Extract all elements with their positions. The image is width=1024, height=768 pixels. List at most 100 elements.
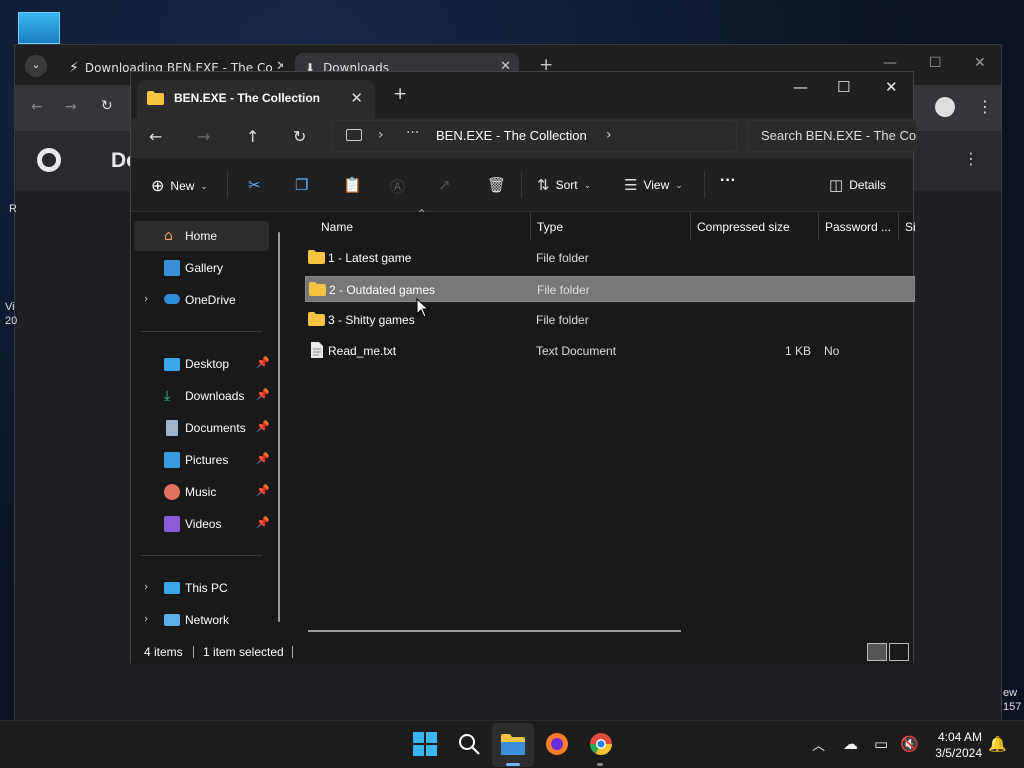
desktop-shortcut-icon[interactable]: [18, 12, 60, 44]
chevron-right-icon[interactable]: ›: [144, 292, 148, 305]
search-icon[interactable]: [456, 731, 482, 757]
sidebar-scrollbar[interactable]: [278, 232, 280, 622]
back-icon[interactable]: ←: [149, 127, 162, 146]
table-row[interactable]: 1 - Latest game File folder: [305, 245, 915, 271]
pin-icon[interactable]: 📌: [256, 420, 270, 433]
horizontal-scrollbar[interactable]: [308, 630, 681, 632]
chevron-up-icon[interactable]: ︿: [812, 735, 825, 754]
forward-icon[interactable]: →: [65, 99, 77, 115]
item-count: 4 items: [144, 645, 183, 659]
system-clock[interactable]: 4:04 AM 3/5/2024: [924, 729, 982, 761]
sidebar-item-home[interactable]: ⌂ Home: [134, 221, 269, 251]
maximize-icon[interactable]: ☐: [837, 78, 850, 96]
explorer-tab[interactable]: BEN.EXE - The Collection ✕: [137, 80, 375, 118]
volume-muted-icon[interactable]: 🔇: [900, 735, 919, 753]
notification-bell-icon[interactable]: 🔔: [988, 735, 1007, 753]
column-header-type[interactable]: Type: [537, 212, 687, 242]
new-button[interactable]: ⊕ New ⌄: [151, 176, 208, 196]
chevron-right-icon[interactable]: ›: [606, 127, 612, 143]
copy-button[interactable]: ❐: [295, 176, 308, 194]
rename-button[interactable]: Ⓐ: [390, 176, 405, 197]
file-size: 1 KB: [784, 344, 811, 358]
sidebar-item-music[interactable]: Music 📌: [134, 477, 270, 507]
windows-start-icon[interactable]: [412, 731, 438, 757]
onedrive-off-icon[interactable]: ☁: [843, 735, 858, 753]
breadcrumb[interactable]: BEN.EXE - The Collection: [436, 128, 587, 143]
desktop-icon: [164, 358, 180, 371]
chevron-right-icon[interactable]: ›: [378, 127, 384, 143]
up-icon[interactable]: ↑: [246, 127, 259, 146]
active-app-indicator: [506, 763, 520, 766]
chevron-right-icon[interactable]: ›: [144, 580, 148, 593]
reload-icon[interactable]: ↻: [101, 98, 113, 114]
new-tab-icon[interactable]: +: [393, 84, 407, 104]
pin-icon[interactable]: 📌: [256, 356, 270, 369]
sidebar-item-downloads[interactable]: ⤓ Downloads 📌: [134, 381, 270, 411]
view-button[interactable]: ☰ View ⌄: [624, 176, 683, 194]
sidebar-item-network[interactable]: › Network: [134, 605, 269, 635]
file-explorer-icon[interactable]: [500, 731, 526, 757]
sidebar-item-documents[interactable]: Documents 📌: [134, 413, 270, 443]
sidebar-item-label: This PC: [185, 581, 228, 595]
menu-icon[interactable]: ⋮: [977, 97, 993, 116]
network-icon[interactable]: ▭: [874, 735, 888, 753]
sidebar-item-gallery[interactable]: Gallery: [134, 253, 269, 283]
column-header-name[interactable]: Name: [321, 212, 521, 242]
column-header-compressed-size[interactable]: Compressed size: [697, 212, 817, 242]
close-tab-icon[interactable]: ✕: [350, 89, 363, 107]
maximize-icon[interactable]: ☐: [929, 55, 942, 71]
sidebar-item-pictures[interactable]: Pictures 📌: [134, 445, 270, 475]
sort-button[interactable]: ⇅ Sort ⌄: [537, 176, 591, 194]
refresh-icon[interactable]: ↻: [293, 127, 306, 146]
pin-icon[interactable]: 📌: [256, 516, 270, 529]
status-bar: 4 items 1 item selected: [131, 640, 913, 664]
table-row[interactable]: Read_me.txt Text Document 1 KB No: [305, 338, 915, 364]
sidebar-item-videos[interactable]: Videos 📌: [134, 509, 270, 539]
pin-icon[interactable]: 📌: [256, 452, 270, 465]
column-header-password[interactable]: Password ...: [825, 212, 897, 242]
pin-icon[interactable]: 📌: [256, 388, 270, 401]
details-button[interactable]: ◫ Details: [829, 176, 886, 194]
file-explorer-window: BEN.EXE - The Collection ✕ + — ☐ ✕ ← → ↑…: [130, 71, 917, 664]
table-row[interactable]: 3 - Shitty games File folder: [305, 307, 915, 333]
details-view-icon[interactable]: [867, 643, 887, 661]
rename-icon: Ⓐ: [390, 179, 406, 196]
profile-icon[interactable]: [935, 97, 955, 117]
this-pc-icon[interactable]: [346, 129, 362, 141]
sort-label: Sort: [555, 178, 578, 192]
column-divider[interactable]: [690, 212, 691, 240]
lightning-icon: ⚡: [69, 60, 79, 76]
minimize-icon[interactable]: —: [883, 55, 897, 71]
firefox-icon[interactable]: [544, 731, 570, 757]
paste-button[interactable]: 📋: [343, 176, 362, 194]
back-icon[interactable]: ←: [31, 99, 43, 115]
search-input[interactable]: Search BEN.EXE - The Col: [747, 120, 917, 152]
delete-button[interactable]: 🗑: [487, 176, 506, 194]
sort-icon: ⇅: [537, 177, 550, 194]
breadcrumb-overflow[interactable]: ···: [406, 125, 419, 141]
copy-icon: ❐: [295, 177, 309, 194]
sidebar-item-desktop[interactable]: Desktop 📌: [134, 349, 270, 379]
forward-icon[interactable]: →: [197, 127, 210, 146]
chrome-icon[interactable]: [588, 731, 614, 757]
chevron-right-icon[interactable]: ›: [144, 612, 148, 625]
tab-search-button[interactable]: ⌄: [25, 55, 47, 77]
column-divider[interactable]: [898, 212, 899, 240]
column-divider[interactable]: [530, 212, 531, 240]
minimize-icon[interactable]: —: [793, 78, 808, 96]
close-window-icon[interactable]: ✕: [974, 55, 986, 71]
column-divider[interactable]: [818, 212, 819, 240]
cut-button[interactable]: ✂: [248, 176, 261, 194]
address-bar[interactable]: › ··· BEN.EXE - The Collection ›: [331, 120, 737, 152]
sidebar-item-onedrive[interactable]: › OneDrive: [134, 285, 269, 315]
share-button[interactable]: ↗: [438, 176, 451, 194]
table-row[interactable]: 2 - Outdated games File folder: [305, 276, 915, 302]
file-type: Text Document: [536, 344, 617, 358]
column-header-size[interactable]: Si: [905, 212, 915, 242]
sidebar-item-this-pc[interactable]: › This PC: [134, 573, 269, 603]
more-button[interactable]: ···: [720, 172, 736, 190]
more-options-icon[interactable]: ⋮: [963, 149, 979, 168]
pin-icon[interactable]: 📌: [256, 484, 270, 497]
large-icons-view-icon[interactable]: [889, 643, 909, 661]
close-window-icon[interactable]: ✕: [885, 78, 898, 96]
